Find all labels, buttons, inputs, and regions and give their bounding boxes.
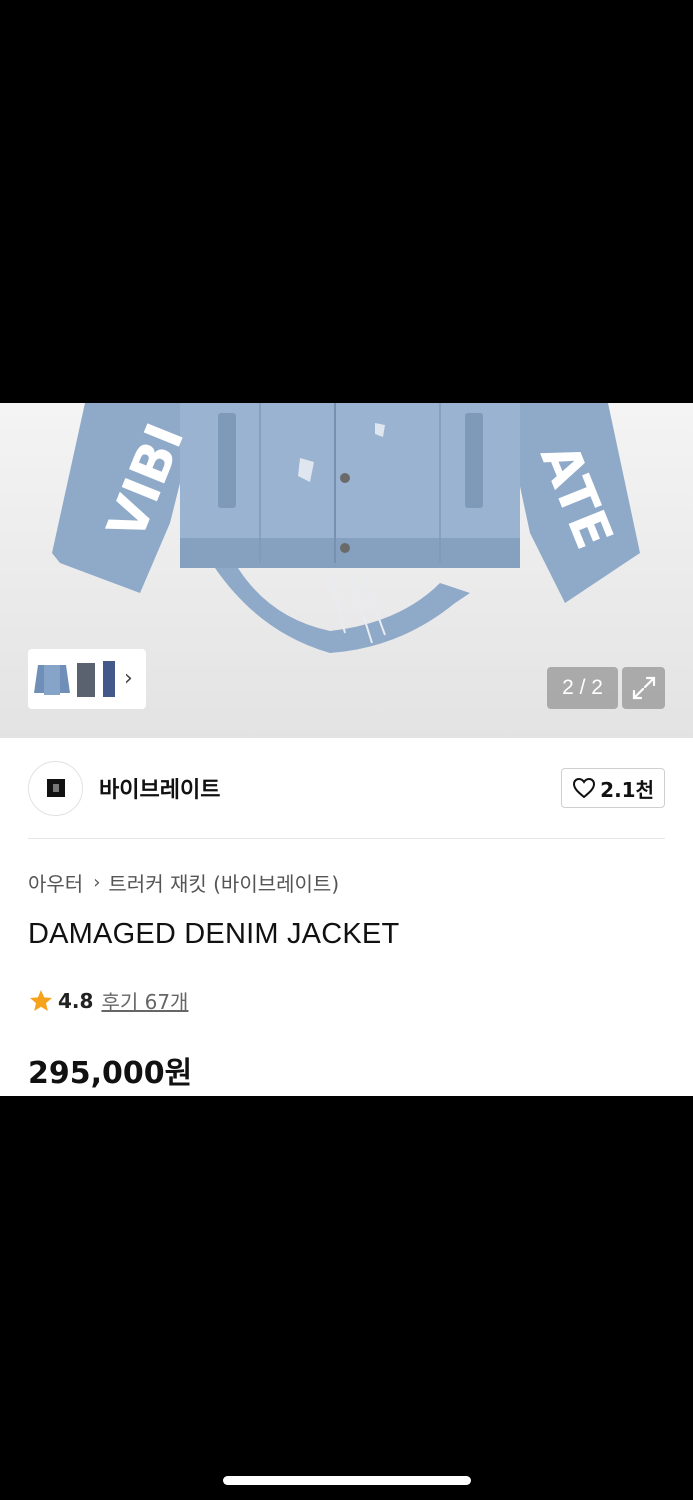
thumbnail-3[interactable] xyxy=(100,655,118,703)
star-icon xyxy=(29,989,53,1011)
heart-icon xyxy=(573,777,596,799)
breadcrumb-subcategory[interactable]: 트러커 재킷 (바이브레이트) xyxy=(108,868,339,897)
rating-score: 4.8 xyxy=(58,988,94,1013)
reviews-link[interactable]: 후기 67개 xyxy=(101,986,188,1015)
brand-name[interactable]: 바이브레이트 xyxy=(99,772,220,804)
brand-row: 바이브레이트 2.1천 xyxy=(28,760,665,816)
product-title: DAMAGED DENIM JACKET xyxy=(28,918,400,950)
screen: VIBI ATE › 2 / 2 바이브레이트 2.1천 아우터 › 트러커 재… xyxy=(0,0,693,1500)
product-image-gallery[interactable]: VIBI ATE › 2 / 2 xyxy=(0,403,693,738)
breadcrumb: 아우터 › 트러커 재킷 (바이브레이트) xyxy=(28,868,339,897)
thumbnail-strip[interactable]: › xyxy=(28,649,146,709)
breadcrumb-category[interactable]: 아우터 xyxy=(28,868,83,897)
chevron-right-icon[interactable]: › xyxy=(124,668,133,690)
product-info-panel: 바이브레이트 2.1천 아우터 › 트러커 재킷 (바이브레이트) DAMAGE… xyxy=(0,738,693,1096)
like-button[interactable]: 2.1천 xyxy=(561,768,665,808)
divider xyxy=(28,838,665,839)
brand-logo[interactable] xyxy=(28,760,83,816)
product-price: 295,000원 xyxy=(28,1056,193,1091)
home-indicator[interactable] xyxy=(223,1476,471,1485)
expand-icon[interactable] xyxy=(622,667,665,709)
rating-row: 4.8 후기 67개 xyxy=(28,986,188,1015)
chevron-right-icon: › xyxy=(93,872,101,893)
thumbnail-2[interactable] xyxy=(74,655,98,703)
thumbnail-1[interactable] xyxy=(32,655,72,703)
like-count: 2.1천 xyxy=(600,777,654,802)
image-counter: 2 / 2 xyxy=(547,667,618,709)
